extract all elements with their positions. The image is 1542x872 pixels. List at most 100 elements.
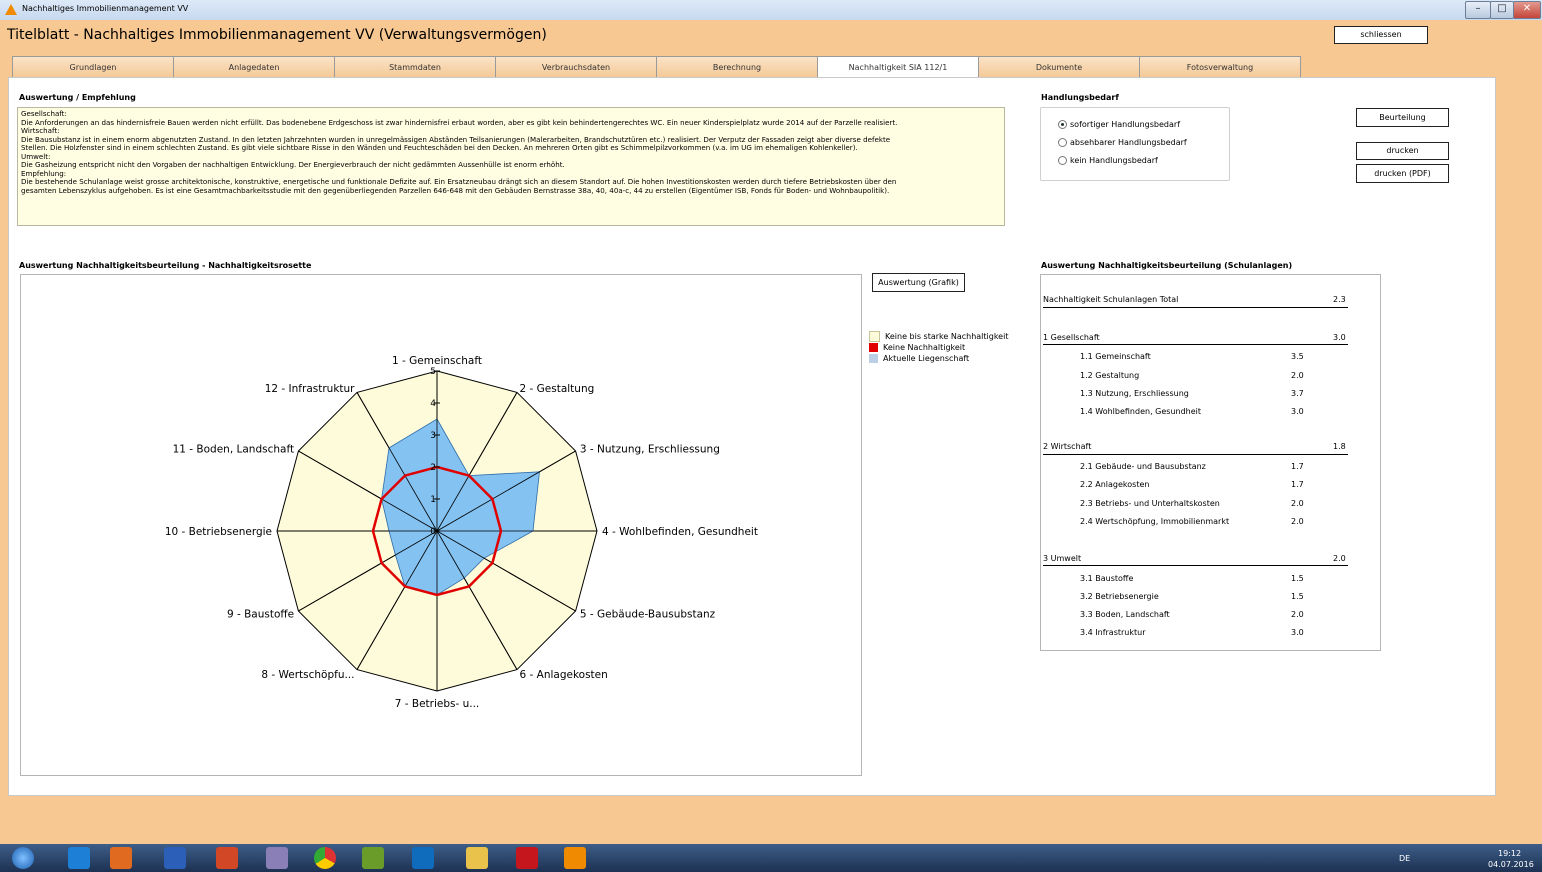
drucken-pdf-button[interactable]: drucken (PDF) (1356, 164, 1449, 183)
summary-item-value: 2.0 (1291, 371, 1304, 380)
radar-axis-label: 2 - Gestaltung (520, 383, 595, 395)
legend-item: Aktuelle Liegenschaft (869, 354, 969, 363)
radar-tick-label: 2 (430, 463, 436, 473)
summary-item-label: 2.1 Gebäude- und Bausubstanz (1080, 462, 1206, 471)
summary-item-value: 1.5 (1291, 574, 1304, 583)
tab-nachhaltigkeit[interactable]: Nachhaltigkeit SIA 112/1 (817, 56, 979, 79)
start-button-icon[interactable] (12, 847, 34, 869)
divider (1043, 307, 1348, 308)
radio-icon (1058, 138, 1067, 147)
evaluation-line: gesamten Lebenszyklus aufgehoben. Es ist… (21, 185, 890, 195)
radar-axis-label: 5 - Gebäude-Bausubstanz (580, 609, 716, 621)
evaluation-textbox[interactable]: Gesellschaft: Die Anforderungen an das h… (17, 107, 1005, 226)
summary-group-label: 2 Wirtschaft (1043, 442, 1092, 451)
radio-kein[interactable]: kein Handlungsbedarf (1058, 156, 1158, 165)
tab-anlagedaten[interactable]: Anlagedaten (173, 56, 335, 78)
summary-item-value: 1.5 (1291, 592, 1304, 601)
summary-item-label: 1.1 Gemeinschaft (1080, 352, 1151, 361)
legend-swatch (869, 331, 880, 342)
radio-icon (1058, 156, 1067, 165)
archicad-icon[interactable] (362, 847, 384, 869)
summary-item-value: 1.7 (1291, 480, 1304, 489)
radar-axis-label: 11 - Boden, Landschaft (173, 444, 294, 456)
clock-date[interactable]: 04.07.2016 (1488, 860, 1534, 869)
acrobat-icon[interactable] (516, 847, 538, 869)
powerpoint-icon[interactable] (216, 847, 238, 869)
summary-item-label: 2.2 Anlagekosten (1080, 480, 1150, 489)
tab-grundlagen[interactable]: Grundlagen (12, 56, 174, 78)
rosette-heading: Auswertung Nachhaltigkeitsbeurteilung - … (19, 261, 312, 270)
file-explorer-icon[interactable] (466, 847, 488, 869)
media-player-icon[interactable] (110, 847, 132, 869)
schliessen-button[interactable]: schliessen (1334, 26, 1428, 44)
radar-axis-label: 8 - Wertschöpfu... (261, 669, 354, 681)
summary-item-label: 3.3 Boden, Landschaft (1080, 610, 1170, 619)
legend-label: Keine bis starke Nachhaltigkeit (885, 332, 1009, 341)
summary-item-label: 3.1 Baustoffe (1080, 574, 1134, 583)
summary-item-label: 2.4 Wertschöpfung, Immobilienmarkt (1080, 517, 1230, 526)
window-titlebar: Nachhaltiges Immobilienmanagement VV – □… (0, 0, 1542, 21)
radar-axis-label: 10 - Betriebsenergie (165, 526, 272, 538)
window-close-button[interactable]: ✕ (1513, 1, 1541, 19)
evaluation-line: Stellen. Die Holzfenster sind in einem s… (21, 143, 858, 153)
evaluation-heading: Auswertung / Empfehlung (19, 93, 136, 102)
taskbar: DE 19:12 04.07.2016 (0, 844, 1542, 872)
clock-time[interactable]: 19:12 (1498, 849, 1521, 858)
auswertung-grafik-button[interactable]: Auswertung (Grafik) (872, 273, 965, 292)
summary-item-value: 1.7 (1291, 462, 1304, 471)
radar-axis-label: 7 - Betriebs- u... (395, 698, 480, 710)
radar-tick-label: 3 (430, 431, 436, 441)
radar-axis-label: 12 - Infrastruktur (265, 383, 355, 395)
rosette-chart-frame: 0 1 2 3 4 51 - Gemeinschaft 2 - Gestaltung 3 - … (20, 274, 862, 776)
evaluation-line: Die Anforderungen an das hindernisfreie … (21, 117, 898, 127)
radar-axis-label: 3 - Nutzung, Erschliessung (580, 444, 720, 456)
language-indicator[interactable]: DE (1399, 854, 1410, 863)
outlook-icon[interactable] (412, 847, 434, 869)
tab-berechnung[interactable]: Berechnung (656, 56, 818, 78)
page-title: Titelblatt - Nachhaltiges Immobilienmana… (7, 27, 547, 43)
internet-explorer-icon[interactable] (68, 847, 90, 869)
radio-absehbarer[interactable]: absehbarer Handlungsbedarf (1058, 138, 1187, 147)
tab-verbrauchsdaten[interactable]: Verbrauchsdaten (495, 56, 657, 78)
tab-dokumente[interactable]: Dokumente (978, 56, 1140, 78)
summary-group-label: 3 Umwelt (1043, 554, 1082, 563)
summary-group-value: 1.8 (1333, 442, 1346, 451)
maximize-button[interactable]: □ (1490, 1, 1514, 19)
rosette-chart: 0 1 2 3 4 51 - Gemeinschaft 2 - Gestaltung 3 - … (165, 355, 758, 710)
summary-item-value: 3.0 (1291, 628, 1304, 637)
tab-stammdaten[interactable]: Stammdaten (334, 56, 496, 78)
summary-item-label: 1.3 Nutzung, Erschliessung (1080, 389, 1189, 398)
divider (1043, 454, 1348, 455)
immobilienmanagement-app-icon[interactable] (564, 847, 586, 869)
radio-label: sofortiger Handlungsbedarf (1070, 120, 1181, 129)
page-header: Titelblatt - Nachhaltiges Immobilienmana… (0, 20, 1542, 54)
legend-swatch (869, 343, 878, 352)
summary-item-value: 3.7 (1291, 389, 1304, 398)
radar-axis-label: 9 - Baustoffe (227, 609, 294, 621)
summary-item-label: 2.3 Betriebs- und Unterhaltskosten (1080, 499, 1220, 508)
word-icon[interactable] (164, 847, 186, 869)
legend-swatch (869, 354, 878, 363)
beurteilung-button[interactable]: Beurteilung (1356, 108, 1449, 127)
snipping-tool-icon[interactable] (266, 847, 288, 869)
summary-total-label: Nachhaltigkeit Schulanlagen Total (1043, 295, 1179, 304)
tab-fotosverwaltung[interactable]: Fotosverwaltung (1139, 56, 1301, 78)
summary-total-value: 2.3 (1333, 295, 1346, 304)
summary-item-label: 3.2 Betriebsenergie (1080, 592, 1159, 601)
summary-item-value: 2.0 (1291, 499, 1304, 508)
minimize-button[interactable]: – (1465, 1, 1491, 19)
legend-label: Keine Nachhaltigkeit (883, 343, 966, 352)
radar-axis-label: 4 - Wohlbefinden, Gesundheit (602, 526, 758, 538)
radio-sofortiger[interactable]: sofortiger Handlungsbedarf (1058, 120, 1180, 129)
radar-axis-label: 1 - Gemeinschaft (392, 355, 482, 367)
radio-label: kein Handlungsbedarf (1070, 156, 1158, 165)
summary-heading: Auswertung Nachhaltigkeitsbeurteilung (S… (1041, 261, 1293, 270)
radar-tick-label: 0 (430, 527, 436, 537)
chrome-icon[interactable] (314, 847, 336, 869)
summary-item-value: 2.0 (1291, 517, 1304, 526)
window-title: Nachhaltiges Immobilienmanagement VV (22, 4, 189, 13)
radar-axis-label: 6 - Anlagekosten (520, 669, 608, 681)
radar-tick-label: 4 (430, 399, 436, 409)
drucken-button[interactable]: drucken (1356, 142, 1449, 160)
evaluation-line: Die Gasheizung entspricht nicht den Vorg… (21, 160, 565, 170)
